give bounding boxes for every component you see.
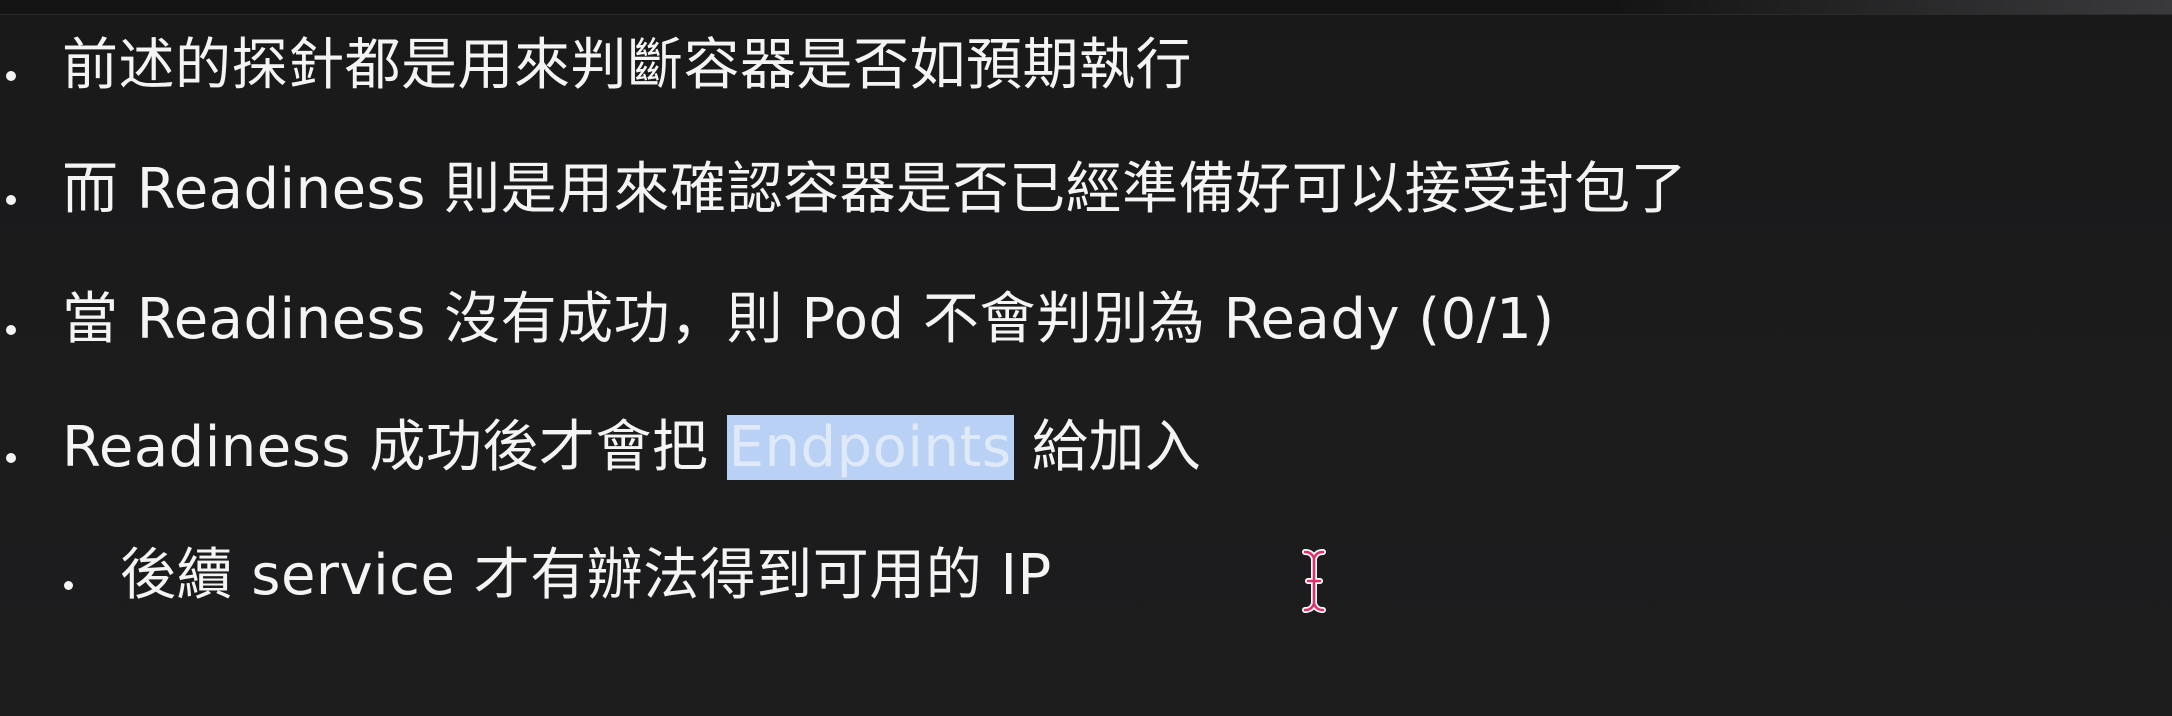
bullet-dot [6,195,16,205]
bullet-dot [6,71,16,81]
bullet-dot [6,453,16,463]
text-cursor-icon [1302,549,1326,613]
bullet-list: 前述的探針都是用來判斷容器是否如預期執行 而 Readiness 則是用來確認容… [0,0,2172,716]
slide-canvas: 前述的探針都是用來判斷容器是否如預期執行 而 Readiness 則是用來確認容… [0,0,2172,716]
bullet-dot [6,325,16,335]
bullet-text-pre: Readiness 成功後才會把 [62,415,727,480]
bullet-text[interactable]: 前述的探針都是用來判斷容器是否如預期執行 [62,26,1192,106]
bullet-text-post: 給加入 [1013,415,1202,480]
bullet-text[interactable]: Readiness 成功後才會把 Endpoints 給加入 [62,408,1201,488]
selected-text[interactable]: Endpoints [726,415,1014,480]
bullet-text[interactable]: 當 Readiness 沒有成功，則 Pod 不會判別為 Ready (0/1) [62,280,1555,360]
sub-bullet-text[interactable]: 後續 service 才有辦法得到可用的 IP [120,536,1052,616]
sub-bullet-dot [64,581,73,590]
bullet-text[interactable]: 而 Readiness 則是用來確認容器是否已經準備好可以接受封包了 [62,150,1687,230]
